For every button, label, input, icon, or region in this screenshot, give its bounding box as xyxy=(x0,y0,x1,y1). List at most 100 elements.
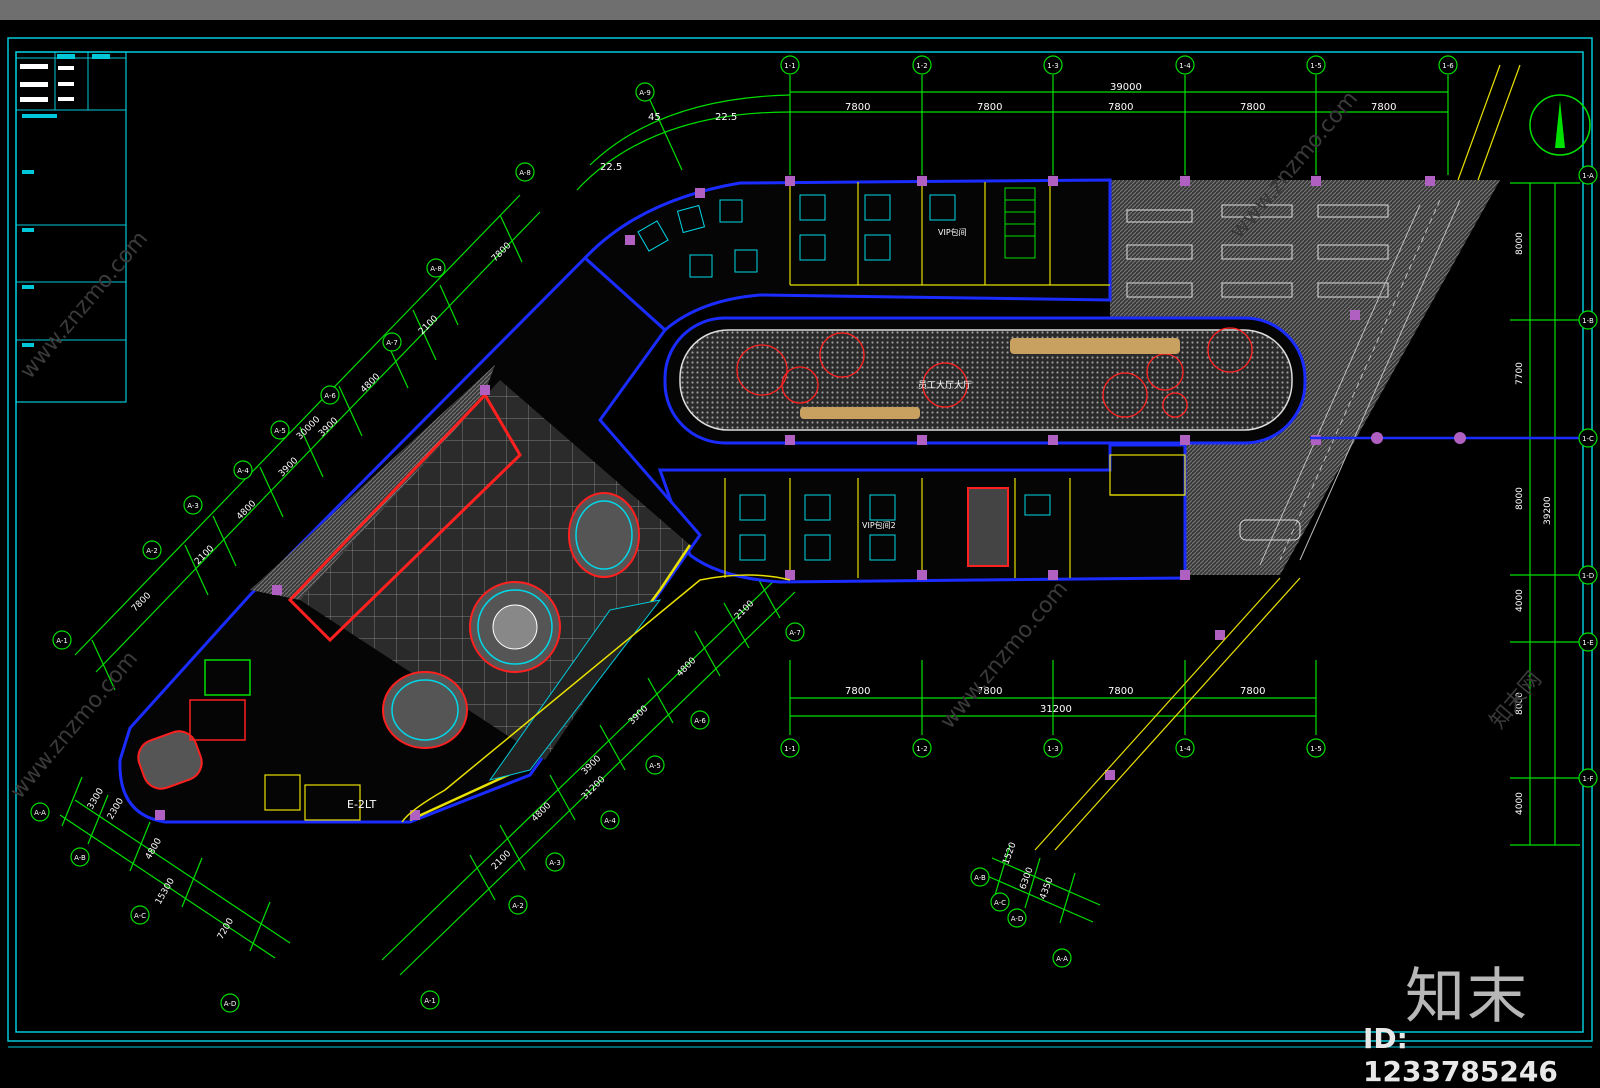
svg-text:22.5: 22.5 xyxy=(600,162,622,173)
svg-text:A-3: A-3 xyxy=(187,502,199,510)
svg-text:A-A: A-A xyxy=(1056,955,1068,963)
axis-bubble-bottom: 1-3 xyxy=(1043,738,1063,758)
axis-bubble-diag2: A-5 xyxy=(645,755,665,775)
axis-bubble-diag2: A-3 xyxy=(545,852,565,872)
axis-bubble-right: 1-C xyxy=(1578,428,1598,448)
svg-text:A-8: A-8 xyxy=(430,265,442,273)
svg-text:1-3: 1-3 xyxy=(1047,62,1058,70)
axis-bubble-arc: A-9 xyxy=(635,82,655,102)
axis-bubble-diag2: A-1 xyxy=(420,990,440,1010)
axis-bubble-top: 1-6 xyxy=(1438,55,1458,75)
svg-text:7800: 7800 xyxy=(1371,102,1396,113)
svg-text:1-6: 1-6 xyxy=(1442,62,1454,70)
floor-plan-drawing[interactable]: 员工大厅大厅 VIP包间 VIP包间2 E-2LT 39000 7800 780… xyxy=(0,20,1600,1079)
axis-bubble-diag: A-4 xyxy=(233,460,253,480)
svg-text:1-5: 1-5 xyxy=(1310,745,1321,753)
svg-text:1-E: 1-E xyxy=(1582,639,1593,647)
elevator-block xyxy=(967,487,1009,567)
axis-bubble-arc: A-8 xyxy=(515,162,535,182)
svg-text:A-B: A-B xyxy=(974,874,986,882)
svg-text:1-1: 1-1 xyxy=(784,745,795,753)
axis-bubble-diag: A-6 xyxy=(320,385,340,405)
svg-text:15300: 15300 xyxy=(154,876,177,906)
axis-bubble-diag2: A-2 xyxy=(508,895,528,915)
axis-bubble-top: 1-1 xyxy=(780,55,800,75)
svg-text:A-B: A-B xyxy=(74,854,86,862)
svg-text:A-5: A-5 xyxy=(649,762,661,770)
axis-bubble-bottom: 1-2 xyxy=(912,738,932,758)
axis-bubble-bl: A-B xyxy=(970,867,990,887)
svg-text:A-4: A-4 xyxy=(604,817,616,825)
axis-bubble-diag: A-8 xyxy=(426,258,446,278)
svg-text:2100: 2100 xyxy=(417,314,440,337)
hall-label: 员工大厅大厅 xyxy=(918,379,972,391)
north-arrow-icon xyxy=(1529,94,1591,156)
svg-text:2100: 2100 xyxy=(193,544,216,567)
title-bar xyxy=(0,0,1600,20)
axis-bubble-diag: A-7 xyxy=(382,332,402,352)
axis-bubble-diag: A-5 xyxy=(270,420,290,440)
svg-text:7800: 7800 xyxy=(845,102,870,113)
svg-text:7800: 7800 xyxy=(490,241,513,264)
svg-text:1-1: 1-1 xyxy=(784,62,795,70)
svg-text:A-4: A-4 xyxy=(237,467,249,475)
axis-bubble-diag: A-3 xyxy=(183,495,203,515)
svg-text:39200: 39200 xyxy=(1543,496,1553,525)
svg-text:8000: 8000 xyxy=(1515,232,1525,255)
axis-bubble-right: 1-A xyxy=(1578,165,1598,185)
svg-text:A-8: A-8 xyxy=(519,169,531,177)
axis-bubble-diag2: A-6 xyxy=(690,710,710,730)
svg-text:1-D: 1-D xyxy=(1582,572,1594,580)
svg-text:7800: 7800 xyxy=(1240,686,1265,697)
svg-text:7800: 7800 xyxy=(1108,102,1133,113)
svg-text:A-7: A-7 xyxy=(386,339,398,347)
vip-label-lower: VIP包间2 xyxy=(862,520,896,530)
svg-text:7700: 7700 xyxy=(1515,362,1525,385)
svg-text:1-3: 1-3 xyxy=(1047,745,1058,753)
svg-text:1-4: 1-4 xyxy=(1179,745,1191,753)
svg-text:A-D: A-D xyxy=(1011,915,1024,923)
svg-text:1-5: 1-5 xyxy=(1310,62,1321,70)
svg-text:1-B: 1-B xyxy=(1582,317,1594,325)
svg-text:3900: 3900 xyxy=(317,416,340,439)
svg-text:A-1: A-1 xyxy=(56,637,68,645)
axis-bubble-top: 1-2 xyxy=(912,55,932,75)
svg-text:1-4: 1-4 xyxy=(1179,62,1191,70)
svg-text:知末网: 知末网 xyxy=(1485,667,1547,734)
svg-text:A-6: A-6 xyxy=(694,717,706,725)
svg-text:4800: 4800 xyxy=(359,372,382,395)
svg-text:A-3: A-3 xyxy=(549,859,561,867)
svg-text:4000: 4000 xyxy=(1515,589,1525,612)
image-id-label: ID: 1233785246 xyxy=(1363,1022,1558,1088)
axis-bubble-right: 1-E xyxy=(1578,632,1598,652)
svg-text:A-C: A-C xyxy=(134,912,146,920)
svg-text:3900: 3900 xyxy=(277,456,300,479)
vip-label-upper: VIP包间 xyxy=(938,227,967,237)
svg-text:45: 45 xyxy=(648,112,661,123)
svg-text:A-C: A-C xyxy=(994,899,1006,907)
stair-label: E-2LT xyxy=(347,798,377,811)
svg-text:3900: 3900 xyxy=(580,754,603,777)
svg-text:8000: 8000 xyxy=(1515,487,1525,510)
svg-text:A-D: A-D xyxy=(224,1000,237,1008)
cad-drawing-canvas[interactable]: 员工大厅大厅 VIP包间 VIP包间2 E-2LT 39000 7800 780… xyxy=(0,20,1600,1079)
axis-bubble-diag2: A-4 xyxy=(600,810,620,830)
svg-text:1520: 1520 xyxy=(1001,841,1018,866)
right-dimension-text: 8000 7700 8000 4000 8000 4000 39200 xyxy=(1515,232,1553,815)
svg-text:4800: 4800 xyxy=(675,656,698,679)
svg-text:A-2: A-2 xyxy=(146,547,158,555)
axis-bubble-bl: A-C xyxy=(990,892,1010,912)
axis-bubble-right: 1-F xyxy=(1578,768,1598,788)
svg-text:22.5: 22.5 xyxy=(715,112,737,123)
svg-text:1-2: 1-2 xyxy=(916,745,927,753)
axis-bubble-right: 1-B xyxy=(1578,310,1598,330)
svg-text:www.znzmo.com: www.znzmo.com xyxy=(15,226,153,383)
svg-text:4800: 4800 xyxy=(530,801,553,824)
svg-text:4800: 4800 xyxy=(235,499,258,522)
svg-text:7800: 7800 xyxy=(977,102,1002,113)
svg-text:31200: 31200 xyxy=(1040,704,1072,715)
central-hall xyxy=(679,329,1293,431)
axis-bubble-bl: A-A xyxy=(1052,948,1072,968)
svg-text:2100: 2100 xyxy=(733,599,756,622)
svg-text:A-A: A-A xyxy=(34,809,46,817)
